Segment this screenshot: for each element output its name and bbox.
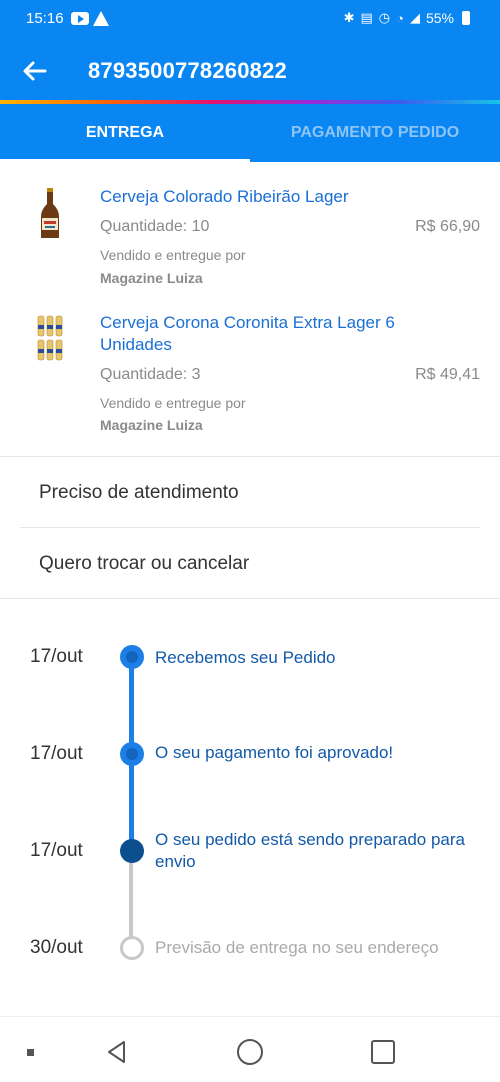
divider xyxy=(0,598,500,599)
app-header: 8793500778260822 xyxy=(0,40,500,102)
product-item: Cerveja Corona Coronita Extra Lager 6 Un… xyxy=(0,310,500,440)
tab-pagamento-pedido[interactable]: PAGAMENTO PEDIDO xyxy=(250,104,500,162)
battery-icon xyxy=(462,11,470,25)
product-quantity: Quantidade: 10 xyxy=(100,218,210,235)
timeline-step-text: O seu pedido está sendo preparado para e… xyxy=(155,830,466,871)
page-title: 8793500778260822 xyxy=(88,58,287,83)
beer-six-pack-icon xyxy=(37,315,63,361)
divider xyxy=(20,527,480,528)
tab-entrega[interactable]: ENTREGA xyxy=(0,104,250,162)
signal-icon: ◢ xyxy=(409,10,420,25)
timeline-dot-done xyxy=(120,645,144,669)
system-nav-bar xyxy=(0,1016,500,1082)
youtube-icon xyxy=(71,12,89,25)
nav-menu-dot-icon[interactable] xyxy=(27,1049,34,1056)
timeline-pending-line xyxy=(129,851,133,948)
seller-label: Vendido e entregue por xyxy=(100,247,246,263)
timeline-dot-pending xyxy=(120,936,144,960)
alarm-icon: ◷ xyxy=(378,10,391,25)
battery-percent: 55% xyxy=(425,10,454,26)
product-item: Cerveja Colorado Ribeirão Lager Quantida… xyxy=(0,180,500,300)
seller-label: Vendido e entregue por xyxy=(100,395,246,411)
product-name-link[interactable]: Cerveja Corona Coronita Extra Lager 6 Un… xyxy=(100,312,430,356)
wifi-icon: ◔ xyxy=(396,10,404,26)
timeline-date: 17/out xyxy=(30,840,83,861)
divider xyxy=(0,456,500,457)
timeline-step-text: O seu pagamento foi aprovado! xyxy=(155,743,394,762)
status-bar: 15:16 ✱ ▤ ◷ ◔ ◢ 55% xyxy=(0,0,500,40)
timeline-step-text: Previsão de entrega no seu endereço xyxy=(155,938,439,957)
seller-name: Magazine Luiza xyxy=(100,270,203,286)
bluetooth-icon: ✱ xyxy=(343,10,355,25)
action-label: Preciso de atendimento xyxy=(39,482,239,503)
tab-bar: ENTREGA PAGAMENTO PEDIDO xyxy=(0,104,500,162)
nav-recent-apps-icon[interactable] xyxy=(371,1040,395,1064)
status-icons: ✱ ▤ ◷ ◔ ◢ 55% xyxy=(344,10,470,26)
product-name-link[interactable]: Cerveja Colorado Ribeirão Lager xyxy=(100,186,430,208)
action-label: Quero trocar ou cancelar xyxy=(39,553,250,574)
status-time: 15:16 xyxy=(26,10,64,27)
timeline-dot-current xyxy=(120,839,144,863)
timeline-date: 30/out xyxy=(30,937,83,958)
timeline-date: 17/out xyxy=(30,743,83,764)
volte-icon: ▤ xyxy=(360,10,373,25)
product-price: R$ 66,90 xyxy=(415,218,480,235)
timeline-date: 17/out xyxy=(30,646,83,667)
product-quantity: Quantidade: 3 xyxy=(100,366,201,383)
timeline-dot-done xyxy=(120,742,144,766)
back-button[interactable] xyxy=(18,54,52,88)
tab-label: ENTREGA xyxy=(85,124,165,141)
beer-bottle-icon xyxy=(41,188,59,238)
alert-icon xyxy=(93,11,109,26)
nav-back-icon[interactable] xyxy=(104,1039,130,1065)
help-button[interactable]: Preciso de atendimento xyxy=(0,458,500,528)
tab-label: PAGAMENTO PEDIDO xyxy=(290,124,460,141)
timeline-step-text: Recebemos seu Pedido xyxy=(155,648,336,667)
tab-indicator xyxy=(0,159,250,162)
product-price: R$ 49,41 xyxy=(415,366,480,383)
arrow-left-icon xyxy=(23,61,47,81)
exchange-cancel-button[interactable]: Quero trocar ou cancelar xyxy=(0,529,500,599)
nav-home-icon[interactable] xyxy=(237,1039,263,1065)
seller-name: Magazine Luiza xyxy=(100,417,203,433)
